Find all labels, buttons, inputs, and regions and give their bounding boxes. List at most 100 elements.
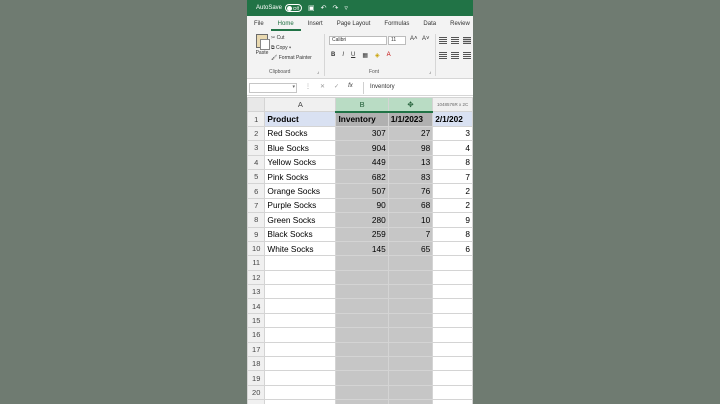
cell-a[interactable]: Orange Socks — [264, 183, 337, 199]
decrease-font-icon[interactable]: A˅ — [422, 36, 430, 42]
cell-c[interactable]: 10 — [387, 212, 434, 228]
row-header[interactable]: 19 — [247, 370, 266, 386]
font-color-icon[interactable]: A — [387, 52, 391, 59]
cell-b[interactable] — [335, 284, 389, 300]
row-header[interactable]: 9 — [247, 226, 266, 242]
row-header[interactable]: 17 — [247, 341, 266, 358]
cut-button[interactable]: ✂ Cut — [271, 33, 312, 43]
cell-b[interactable]: 682 — [335, 168, 389, 185]
row-header[interactable]: 8 — [247, 212, 266, 228]
format-painter-button[interactable]: 🖌 Format Painter — [271, 53, 312, 63]
cell-d[interactable]: 2 — [432, 183, 473, 199]
cell-c[interactable] — [387, 384, 434, 401]
column-header-a[interactable]: A — [264, 96, 337, 113]
row-header[interactable]: 2 — [247, 125, 266, 142]
tab-data[interactable]: Data — [416, 21, 443, 31]
name-box[interactable] — [249, 83, 297, 93]
cell-c[interactable]: 76 — [387, 183, 434, 199]
enter-icon[interactable]: ✓ — [334, 83, 339, 90]
cell-b[interactable] — [335, 298, 389, 314]
cell-a[interactable] — [264, 284, 337, 300]
row-header[interactable]: 1 — [247, 111, 266, 127]
tab-formulas[interactable]: Formulas — [377, 21, 416, 31]
cell-a[interactable] — [264, 370, 337, 386]
cell-d[interactable]: 8 — [432, 226, 473, 242]
cancel-icon[interactable]: ✕ — [320, 83, 325, 90]
row-header[interactable]: 12 — [247, 269, 266, 286]
row-header[interactable]: 3 — [247, 140, 266, 156]
cell-d[interactable] — [432, 269, 473, 286]
cell-d[interactable] — [432, 298, 473, 314]
cell-b[interactable] — [335, 327, 389, 343]
cell-b[interactable]: Inventory — [335, 111, 389, 127]
cell-d[interactable] — [432, 399, 473, 404]
cell-d[interactable] — [432, 384, 473, 401]
cell-d[interactable] — [432, 370, 473, 386]
tab-page-layout[interactable]: Page Layout — [330, 21, 378, 31]
cell-b[interactable] — [335, 370, 389, 386]
tab-file[interactable]: File — [247, 21, 271, 31]
cell-b[interactable] — [335, 269, 389, 286]
row-header[interactable]: 18 — [247, 356, 266, 372]
cell-b[interactable] — [335, 384, 389, 401]
cell-d[interactable]: 8 — [432, 154, 473, 170]
cell-d[interactable]: 3 — [432, 125, 473, 142]
cell-a[interactable]: Product — [264, 111, 337, 127]
cell-a[interactable]: Yellow Socks — [264, 154, 337, 170]
cell-d[interactable]: 2/1/202 — [432, 111, 473, 127]
cell-b[interactable]: 507 — [335, 183, 389, 199]
align-top-icon[interactable] — [439, 37, 447, 44]
align-middle-icon[interactable] — [451, 37, 459, 44]
underline-button[interactable]: U — [351, 52, 355, 59]
formula-input[interactable]: Inventory — [368, 83, 395, 93]
cell-a[interactable] — [264, 399, 337, 404]
cell-a[interactable]: Pink Socks — [264, 168, 337, 185]
tab-insert[interactable]: Insert — [301, 21, 330, 31]
cell-c[interactable] — [387, 298, 434, 314]
cell-b[interactable] — [335, 399, 389, 404]
cell-b[interactable]: 259 — [335, 226, 389, 242]
cell-c[interactable]: 65 — [387, 240, 434, 257]
row-header[interactable]: 11 — [247, 255, 266, 271]
font-name-select[interactable]: Calibri — [329, 36, 387, 45]
cell-b[interactable]: 449 — [335, 154, 389, 170]
cell-b[interactable] — [335, 356, 389, 372]
tab-review[interactable]: Review — [443, 21, 473, 31]
cell-d[interactable]: 6 — [432, 240, 473, 257]
cell-c[interactable]: 7 — [387, 226, 434, 242]
cell-d[interactable] — [432, 341, 473, 358]
copy-button[interactable]: ⧉ Copy ▾ — [271, 43, 312, 53]
bold-button[interactable]: B — [331, 52, 335, 59]
cell-b[interactable]: 90 — [335, 197, 389, 214]
cell-c[interactable]: 98 — [387, 140, 434, 156]
row-header[interactable]: 5 — [247, 168, 266, 185]
row-header[interactable]: 21 — [247, 399, 266, 404]
cell-a[interactable] — [264, 356, 337, 372]
redo-icon[interactable]: ↷ — [333, 5, 339, 12]
cell-a[interactable]: Red Socks — [264, 125, 337, 142]
cell-a[interactable]: Purple Socks — [264, 197, 337, 214]
align-left-icon[interactable] — [439, 52, 447, 59]
cell-c[interactable]: 83 — [387, 168, 434, 185]
borders-icon[interactable]: ▦ — [362, 52, 368, 59]
cell-b[interactable]: 145 — [335, 240, 389, 257]
cell-c[interactable] — [387, 312, 434, 329]
fill-color-icon[interactable]: ◈ — [375, 52, 380, 59]
cell-c[interactable] — [387, 370, 434, 386]
increase-font-icon[interactable]: A˄ — [410, 36, 418, 42]
cell-a[interactable]: Black Socks — [264, 226, 337, 242]
undo-icon[interactable]: ↶ — [321, 5, 327, 12]
cell-c[interactable] — [387, 327, 434, 343]
align-right-icon[interactable] — [463, 52, 471, 59]
insert-function-icon[interactable]: fx — [348, 83, 353, 90]
row-header[interactable]: 7 — [247, 197, 266, 214]
cell-c[interactable]: 13 — [387, 154, 434, 170]
cell-d[interactable] — [432, 255, 473, 271]
cell-a[interactable] — [264, 255, 337, 271]
cell-a[interactable] — [264, 298, 337, 314]
cell-a[interactable] — [264, 327, 337, 343]
cell-c[interactable] — [387, 255, 434, 271]
row-header[interactable]: 16 — [247, 327, 266, 343]
cell-a[interactable] — [264, 269, 337, 286]
cell-c[interactable] — [387, 284, 434, 300]
